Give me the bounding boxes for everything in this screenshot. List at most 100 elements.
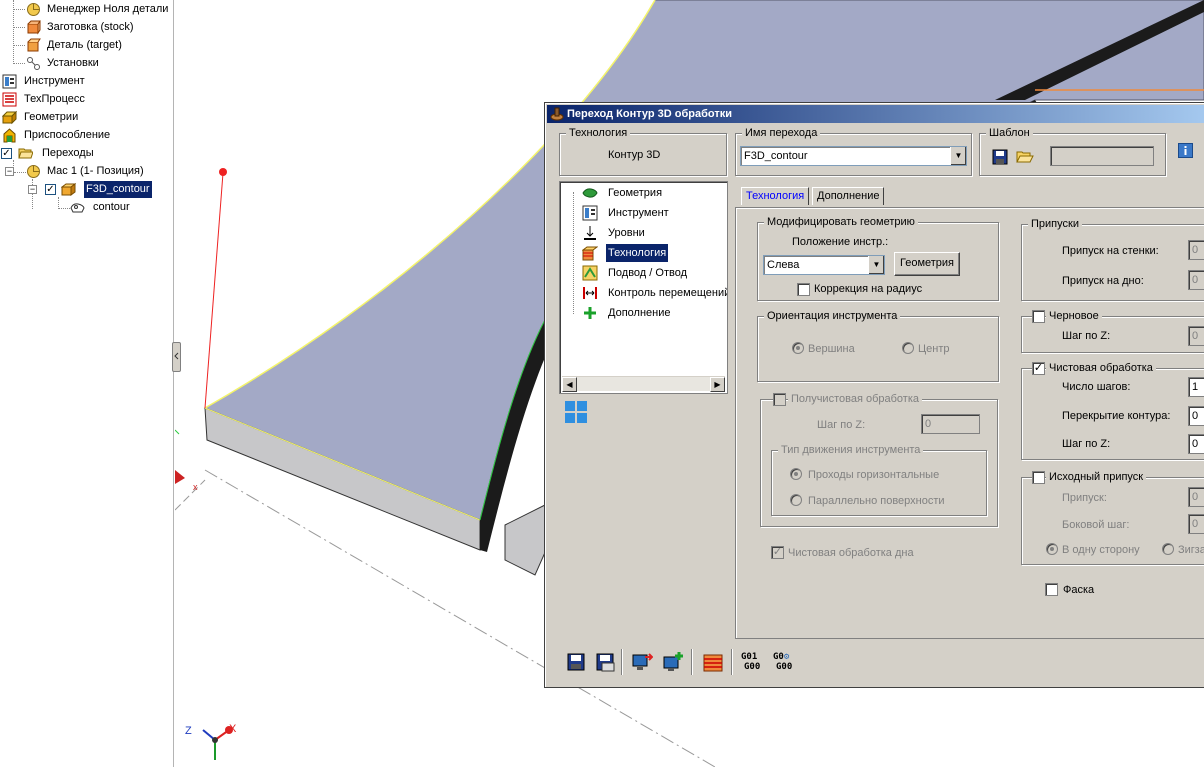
semi-finish-group: Получистовая обработка Шаг по Z: 0 Тип д… bbox=[760, 393, 998, 527]
plus-icon bbox=[584, 307, 596, 319]
motion-parallel-radio[interactable] bbox=[790, 494, 802, 506]
tree-item-part-zero-manager[interactable]: Менеджер Ноля детали bbox=[0, 1, 173, 18]
semi-finish-checkbox[interactable] bbox=[773, 393, 786, 406]
tree-item-target[interactable]: Деталь (target) bbox=[0, 37, 173, 54]
tree-connector bbox=[14, 172, 26, 173]
motion-horizontal-radio[interactable] bbox=[790, 468, 802, 480]
tree-item-process[interactable]: ТехПроцесс bbox=[0, 91, 173, 108]
tree-item-label: F3D_contour bbox=[84, 181, 152, 198]
dialog-titlebar[interactable]: Переход Контур 3D обработки bbox=[547, 105, 1204, 123]
allowances-title: Припуски bbox=[1028, 218, 1082, 230]
technology-group: Технология Контур 3D bbox=[559, 127, 727, 176]
nav-item-label: Геометрия bbox=[608, 187, 663, 199]
rough-step-field[interactable]: 0 bbox=[1188, 326, 1204, 346]
bottom-allowance-field[interactable]: 0 bbox=[1188, 270, 1204, 290]
transition-name-combo[interactable]: F3D_contour ▼ bbox=[740, 146, 967, 166]
axis-point bbox=[219, 168, 227, 176]
contour-overlap-field[interactable]: 0 bbox=[1188, 406, 1204, 426]
finish-bottom-checkbox[interactable]: ✓ bbox=[771, 546, 784, 559]
tree-item-label: Инструмент bbox=[24, 75, 85, 87]
gcode-line: G01 bbox=[741, 652, 758, 662]
orientation-tip-radio[interactable] bbox=[792, 342, 804, 354]
technology-layers-icon[interactable] bbox=[702, 651, 724, 673]
transitions-checkbox[interactable]: ✓ bbox=[1, 148, 12, 159]
technology-group-title: Технология bbox=[566, 127, 631, 139]
technology-value: Контур 3D bbox=[608, 149, 661, 161]
allowance-field[interactable]: 0 bbox=[1188, 487, 1204, 507]
axis-marker bbox=[175, 470, 185, 484]
tool-orientation-title: Ориентация инструмента bbox=[764, 310, 901, 322]
tree-item-transitions[interactable]: Переходы bbox=[18, 145, 173, 162]
semi-finish-step-field[interactable]: 0 bbox=[921, 414, 980, 434]
finish-step-z-field[interactable]: 0 bbox=[1188, 434, 1204, 454]
zigzag-label: Зигза bbox=[1178, 544, 1204, 556]
contour-geometry-icon bbox=[70, 203, 85, 213]
info-icon[interactable] bbox=[1178, 143, 1193, 158]
radius-correction-checkbox[interactable] bbox=[797, 283, 810, 296]
zigzag-radio[interactable] bbox=[1162, 543, 1174, 555]
axis-marker-label: x bbox=[193, 482, 198, 492]
gcode-button-1[interactable]: G01 G00 bbox=[741, 652, 765, 674]
open-folder-icon[interactable] bbox=[1016, 149, 1034, 165]
nav-tree-hscrollbar[interactable]: ◀ ▶ bbox=[562, 376, 725, 392]
save-icon[interactable] bbox=[992, 149, 1008, 165]
save-icon[interactable] bbox=[565, 651, 587, 673]
target-part-icon bbox=[27, 38, 41, 52]
rough-checkbox[interactable] bbox=[1032, 310, 1045, 323]
scroll-left-icon[interactable]: ◀ bbox=[562, 377, 577, 392]
save-as-icon[interactable] bbox=[594, 651, 616, 673]
tree-item-contour[interactable]: contour bbox=[70, 199, 173, 216]
one-direction-radio[interactable] bbox=[1046, 543, 1058, 555]
expand-machine-toggle[interactable]: − bbox=[5, 167, 14, 176]
operation-checkbox[interactable]: ✓ bbox=[45, 184, 56, 195]
gcode-button-2[interactable]: G0⚙ G00 bbox=[773, 652, 799, 674]
side-step-label: Боковой шаг: bbox=[1062, 519, 1130, 531]
finish-steps-field[interactable]: 1 bbox=[1188, 377, 1204, 397]
orientation-center-radio[interactable] bbox=[902, 342, 914, 354]
dropdown-arrow-icon[interactable]: ▼ bbox=[950, 147, 966, 165]
one-direction-label: В одну сторону bbox=[1062, 544, 1140, 556]
feature-tree: Менеджер Ноля детали Заготовка (stock) Д… bbox=[0, 0, 174, 767]
contour-overlap-label: Перекрытие контура: bbox=[1062, 410, 1171, 422]
gcode-line: G0 bbox=[773, 652, 784, 662]
toolbar-separator bbox=[691, 649, 693, 675]
template-name-field bbox=[1050, 146, 1154, 166]
nav-item-label: Дополнение bbox=[608, 307, 671, 319]
finish-checkbox[interactable]: ✓ bbox=[1032, 362, 1045, 375]
toolbar-separator bbox=[731, 649, 733, 675]
geometry-button[interactable]: Геометрия bbox=[894, 252, 960, 276]
tree-item-label: Менеджер Ноля детали bbox=[47, 3, 169, 15]
tree-item-setups[interactable]: Установки bbox=[0, 55, 173, 72]
tree-item-label: Mac 1 (1- Позиция) bbox=[47, 165, 144, 177]
tool-position-combo[interactable]: Слева ▼ bbox=[763, 255, 885, 275]
machine-position-icon bbox=[27, 165, 40, 178]
initial-allowance-checkbox[interactable] bbox=[1032, 471, 1045, 484]
tool-orientation-group: Ориентация инструмента Вершина Центр bbox=[757, 310, 999, 382]
scroll-right-icon[interactable]: ▶ bbox=[710, 377, 725, 392]
operation-box-icon bbox=[61, 183, 76, 196]
chamfer-checkbox[interactable] bbox=[1045, 583, 1058, 596]
tab-addition[interactable]: Дополнение bbox=[812, 187, 885, 205]
nav-item-label: Инструмент bbox=[608, 207, 669, 219]
wall-allowance-field[interactable]: 0 bbox=[1188, 240, 1204, 260]
folder-open-icon bbox=[18, 148, 33, 159]
tree-item-stock[interactable]: Заготовка (stock) bbox=[0, 19, 173, 36]
geometry-green-icon bbox=[582, 188, 598, 198]
add-to-screen-icon[interactable] bbox=[662, 651, 684, 673]
expand-operation-toggle[interactable]: − bbox=[28, 185, 37, 194]
transition-name-value: F3D_contour bbox=[744, 150, 808, 162]
view-grid-icon[interactable] bbox=[565, 401, 587, 423]
tree-item-geometries[interactable]: Геометрии bbox=[0, 109, 173, 126]
tree-item-fixture[interactable]: Приспособление bbox=[0, 127, 173, 144]
nav-item-label: Контроль перемещений bbox=[608, 287, 728, 299]
chamfer-label: Фаска bbox=[1063, 584, 1095, 596]
tree-item-tool[interactable]: Инструмент bbox=[0, 73, 173, 90]
wall-allowance-label: Припуск на стенки: bbox=[1062, 245, 1159, 257]
side-step-field[interactable]: 0 bbox=[1188, 514, 1204, 534]
dropdown-arrow-icon[interactable]: ▼ bbox=[868, 256, 884, 274]
export-to-screen-icon[interactable] bbox=[631, 651, 653, 673]
tree-item-label: ТехПроцесс bbox=[24, 93, 85, 105]
tab-technology[interactable]: Технология bbox=[741, 187, 810, 205]
tree-item-operation[interactable]: F3D_contour bbox=[60, 181, 173, 198]
tree-item-machine[interactable]: Mac 1 (1- Позиция) bbox=[26, 163, 173, 180]
